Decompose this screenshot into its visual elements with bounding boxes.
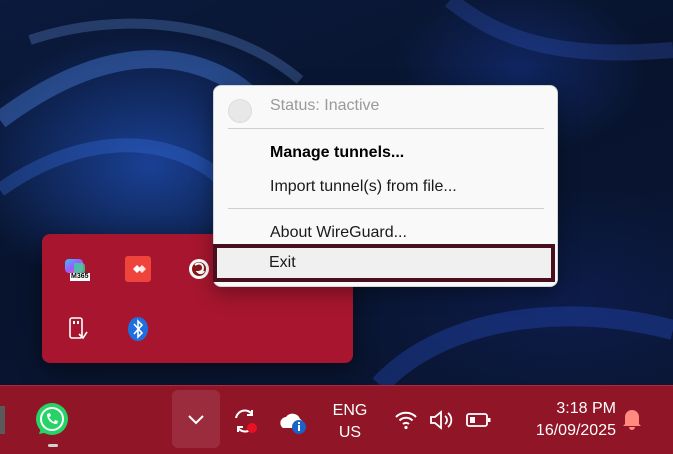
onedrive-info-icon[interactable] — [278, 408, 310, 436]
usb-drive-icon[interactable] — [62, 314, 92, 344]
clock-date: 16/09/2025 — [535, 422, 616, 439]
system-clock[interactable]: 3:18 PM 16/09/2025 — [508, 398, 616, 442]
import-tunnels-label: Import tunnel(s) from file... — [270, 178, 457, 195]
menu-separator — [228, 128, 544, 129]
status-inactive-icon — [228, 99, 252, 123]
running-indicator — [48, 444, 58, 447]
manage-tunnels-label: Manage tunnels... — [270, 144, 405, 161]
menu-item-exit[interactable]: Exit — [213, 244, 555, 282]
exit-label: Exit — [269, 254, 296, 271]
input-language-indicator[interactable]: ENG US — [324, 400, 376, 444]
wifi-icon[interactable] — [394, 408, 418, 432]
status-label: Status: Inactive — [270, 97, 380, 114]
clock-time: 3:18 PM — [556, 400, 616, 417]
volume-icon[interactable] — [428, 408, 456, 432]
m365-copilot-icon[interactable]: M365 — [62, 254, 92, 284]
taskbar-app-partial[interactable] — [0, 406, 5, 434]
menu-item-status: Status: Inactive — [214, 91, 557, 123]
language-region: US — [338, 424, 362, 441]
anydesk-icon[interactable] — [123, 254, 153, 284]
taskbar: ENG US 3:18 PM 16/09/2025 — [0, 385, 673, 454]
bluetooth-icon[interactable] — [123, 314, 153, 344]
battery-icon[interactable] — [465, 410, 493, 430]
menu-item-import-tunnels[interactable]: Import tunnel(s) from file... — [214, 172, 557, 202]
wireguard-icon[interactable] — [184, 254, 214, 284]
notification-bell-icon[interactable] — [620, 406, 644, 432]
sync-status-icon[interactable] — [230, 406, 260, 436]
show-hidden-icons-button[interactable] — [172, 390, 220, 448]
whatsapp-icon[interactable] — [32, 400, 72, 440]
m365-label: M365 — [70, 273, 90, 281]
menu-separator — [228, 208, 544, 209]
chevron-down-icon — [188, 415, 204, 425]
menu-item-manage-tunnels[interactable]: Manage tunnels... — [214, 138, 557, 168]
language-code: ENG — [332, 402, 368, 419]
